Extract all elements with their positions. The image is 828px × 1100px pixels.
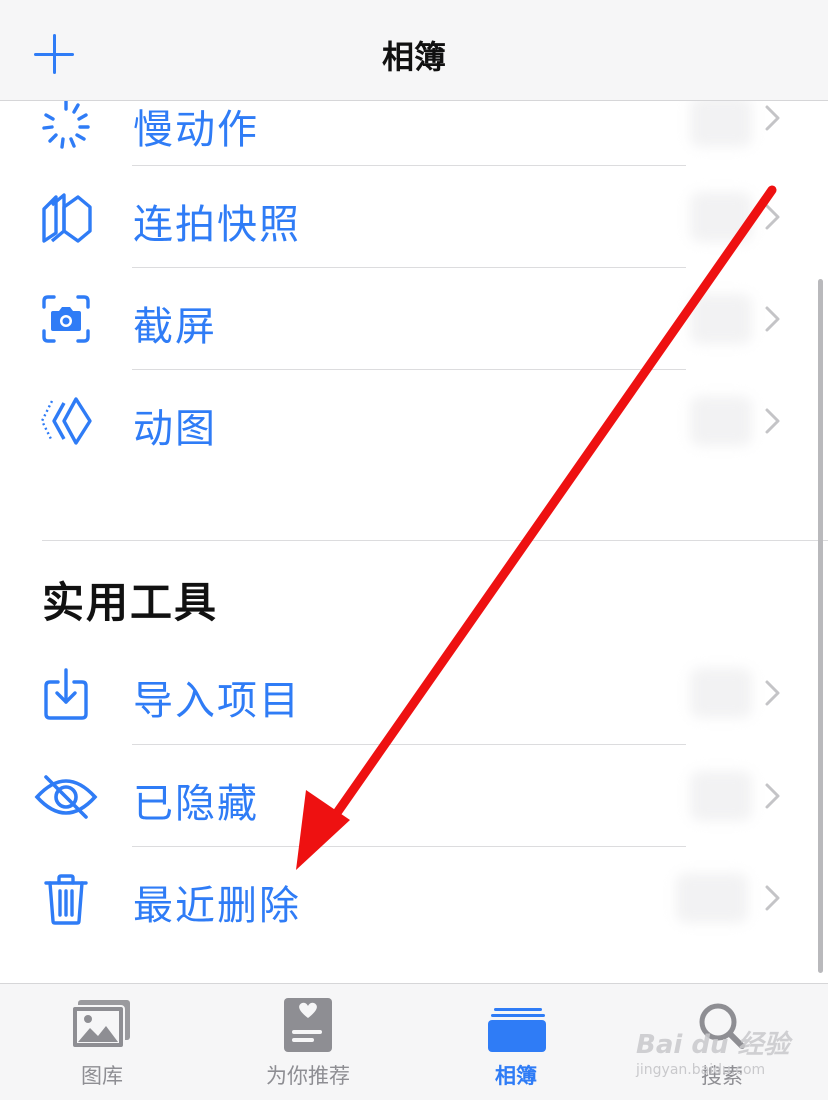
section-title-utilities: 实用工具 [42,578,219,627]
item-count [690,101,752,147]
list-item-slow-motion[interactable]: 慢动作 [0,101,828,175]
list-item-burst[interactable]: 连拍快照 [0,166,828,268]
photos-icon [70,998,134,1052]
hidden-eye-icon [34,769,98,825]
screenshot-icon [38,291,94,347]
albums-icon [484,998,548,1052]
watermark-logo: Bai du 经验 [636,1030,790,1060]
list-item-animated[interactable]: 动图 [0,370,828,472]
item-count [690,771,752,821]
watermark-url: jingyan.baidu.com [636,1062,766,1078]
list-item-hidden[interactable]: 已隐藏 [0,745,828,847]
chevron-right-icon [762,883,784,913]
for-you-icon [274,998,338,1052]
section-divider [42,540,828,541]
tab-label: 相簿 [495,1064,537,1088]
tab-for-you[interactable]: 为你推荐 [218,984,398,1100]
list-item-recently-deleted[interactable]: 最近删除 [0,847,828,949]
burst-icon [38,189,94,245]
trash-icon [38,871,94,927]
list-item-screenshots[interactable]: 截屏 [0,268,828,370]
list-item-label: 连拍快照 [133,202,301,248]
item-count [690,396,752,446]
list-item-label: 慢动作 [133,107,259,153]
list-item-label: 动图 [133,406,217,452]
list-item-label: 已隐藏 [133,781,259,827]
navigation-bar: 相簿 [0,0,828,101]
album-list: 慢动作 连拍快照 截屏 动图 实用工具 导入项目 已隐藏 最近删除 [0,101,828,983]
chevron-right-icon [762,678,784,708]
chevron-right-icon [762,202,784,232]
tab-label: 图库 [81,1064,123,1088]
item-count [690,192,752,242]
tab-label: 为你推荐 [266,1064,350,1088]
tab-albums[interactable]: 相簿 [426,984,606,1100]
list-item-label: 截屏 [133,304,217,350]
page-title: 相簿 [381,38,446,76]
list-item-label: 最近删除 [133,883,301,929]
chevron-right-icon [762,781,784,811]
chevron-right-icon [762,406,784,436]
item-count [676,873,748,923]
item-count [690,668,752,718]
scrollbar[interactable] [818,279,823,973]
list-item-label: 导入项目 [133,678,301,724]
chevron-right-icon [762,304,784,334]
item-count [690,294,752,344]
animated-icon [38,393,94,449]
chevron-right-icon [762,103,784,133]
slow-motion-icon [38,101,94,151]
list-item-import[interactable]: 导入项目 [0,642,828,744]
tab-photos[interactable]: 图库 [12,984,192,1100]
import-icon [38,666,94,722]
